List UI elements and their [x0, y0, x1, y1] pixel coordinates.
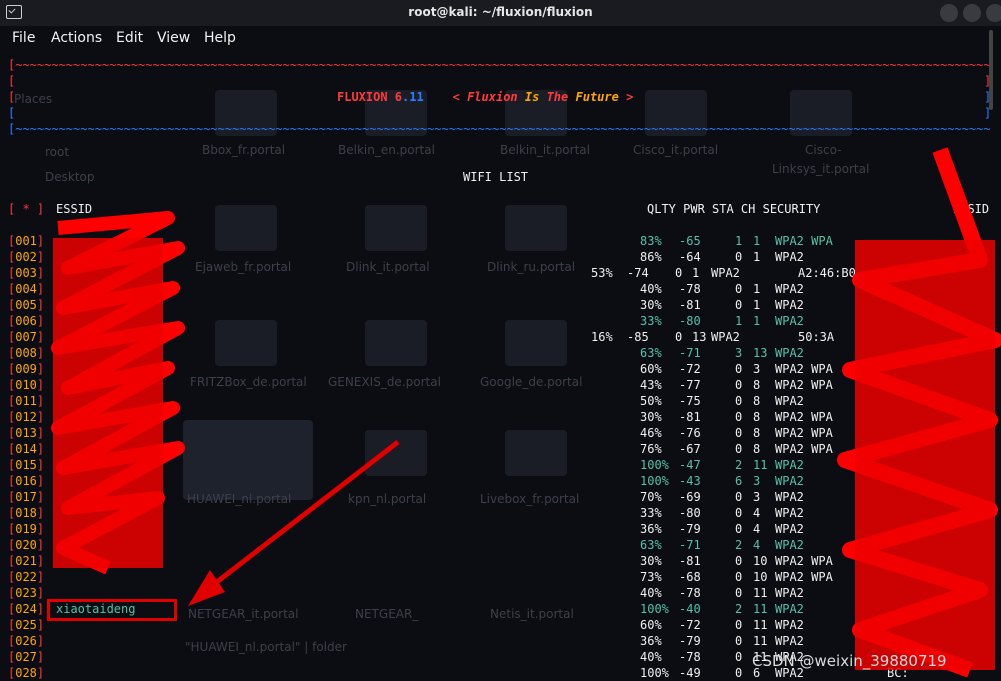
- redaction-scribble: [837, 147, 1001, 678]
- ghost-label: Belkin_it.portal: [500, 143, 590, 157]
- row-index: [015]: [8, 458, 45, 472]
- ghost-label: Desktop: [45, 170, 95, 184]
- row-index: [023]: [8, 586, 45, 600]
- ghost-label: Bbox_fr.portal: [202, 143, 286, 157]
- maximize-button[interactable]: [963, 4, 981, 22]
- red-arrow-icon: [188, 440, 400, 606]
- bottom-border-line: [~~~~~~~~~~~~~~~~~~~~~~~~~~~~~~~~~~~~~~~…: [8, 122, 991, 136]
- row-index: [017]: [8, 490, 45, 504]
- row-index: [022]: [8, 570, 45, 584]
- row-index: [028]: [8, 666, 45, 680]
- menu-view[interactable]: View: [157, 30, 190, 46]
- redaction-scribble: [51, 211, 185, 575]
- row-index: [014]: [8, 442, 45, 456]
- row-index: [003]: [8, 266, 45, 280]
- window-title: root@kali: ~/fluxion/fluxion: [408, 5, 593, 19]
- header-columns: QLTY PWR STA CH SECURITY: [647, 202, 821, 216]
- row-index: [025]: [8, 618, 45, 632]
- highlight-box: [47, 599, 177, 621]
- ghost-label: Belkin_en.portal: [338, 143, 435, 157]
- row-index: [026]: [8, 634, 45, 648]
- wifi-list-title: WIFI LIST: [463, 170, 529, 184]
- menu-help[interactable]: Help: [204, 30, 236, 46]
- top-border-line: [~~~~~~~~~~~~~~~~~~~~~~~~~~~~~~~~~~~~~~~…: [8, 58, 991, 72]
- row-index: [004]: [8, 282, 45, 296]
- watermark: CSDN @weixin_39880719: [752, 652, 947, 670]
- row-index: [027]: [8, 650, 45, 664]
- row-index: [008]: [8, 346, 45, 360]
- row-index: [012]: [8, 410, 45, 424]
- header-marker: [ * ]: [8, 202, 45, 216]
- row-index: [002]: [8, 250, 45, 264]
- row-index: [010]: [8, 378, 45, 392]
- row-index: [011]: [8, 394, 45, 408]
- minimize-button[interactable]: [940, 4, 958, 22]
- row-index: [020]: [8, 538, 45, 552]
- row-index: [016]: [8, 474, 45, 488]
- row-index: [006]: [8, 314, 45, 328]
- window-titlebar: root@kali: ~/fluxion/fluxion: [0, 0, 1001, 26]
- row-index: [024]: [8, 602, 45, 616]
- scrollbar[interactable]: [989, 30, 993, 110]
- row-index: [019]: [8, 522, 45, 536]
- row-index: [005]: [8, 298, 45, 312]
- row-index: [007]: [8, 330, 45, 344]
- ghost-label: root: [45, 145, 70, 159]
- row-index: [018]: [8, 506, 45, 520]
- menu-edit[interactable]: Edit: [116, 30, 143, 46]
- menu-bar: File Actions Edit View Help: [0, 28, 1001, 52]
- fluxion-banner: FLUXION 6.11 < Fluxion Is The Future >: [337, 90, 634, 104]
- row-index: [001]: [8, 234, 45, 248]
- ghost-label: Places: [14, 92, 53, 106]
- row-index: [013]: [8, 426, 45, 440]
- row-index: [021]: [8, 554, 45, 568]
- menu-actions[interactable]: Actions: [51, 30, 102, 46]
- ghost-label: Cisco_it.portal: [633, 143, 719, 157]
- close-button[interactable]: [986, 4, 1001, 22]
- menu-file[interactable]: File: [12, 30, 35, 46]
- row-index: [009]: [8, 362, 45, 376]
